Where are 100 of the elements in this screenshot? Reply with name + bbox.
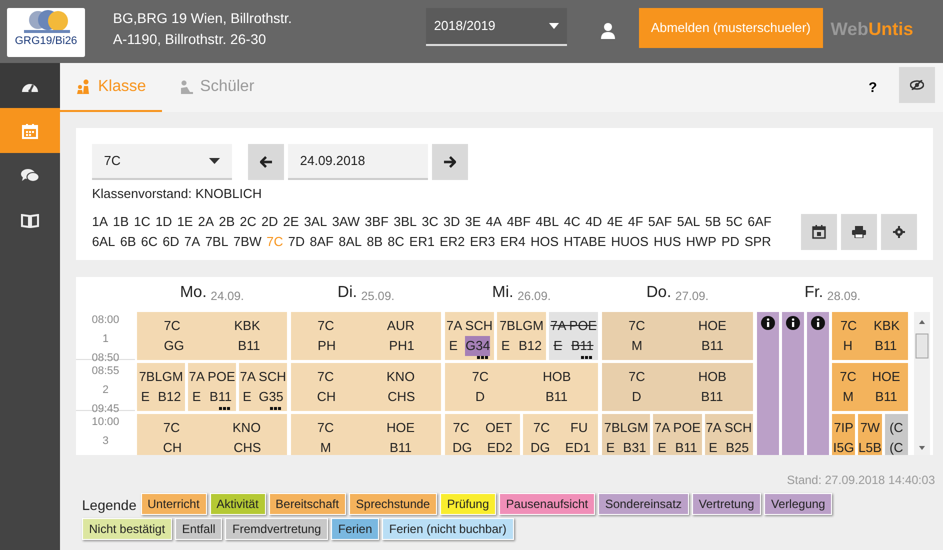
lesson-block[interactable]: 7A POE E B11 bbox=[653, 414, 702, 454]
year-select[interactable]: 2018/2019 bbox=[426, 8, 567, 46]
class-link[interactable]: 2D bbox=[261, 212, 278, 232]
lesson-block[interactable]: 7BLGM E B12 bbox=[137, 362, 185, 410]
class-link[interactable]: 1D bbox=[155, 212, 172, 232]
class-link[interactable]: ER3 bbox=[470, 232, 496, 252]
lesson-block[interactable]: 7BLGM E B12 bbox=[497, 312, 546, 360]
class-link[interactable]: 2E bbox=[283, 212, 299, 232]
class-link[interactable]: 1E bbox=[177, 212, 193, 232]
lesson-block[interactable]: (C (C bbox=[884, 414, 908, 454]
event-bar[interactable] bbox=[757, 312, 779, 454]
class-link[interactable]: 4A bbox=[486, 212, 502, 232]
lesson-block[interactable]: 7BLGM E B31 bbox=[602, 414, 650, 454]
lesson-label: 7A POE bbox=[550, 316, 597, 334]
event-bar[interactable] bbox=[782, 312, 804, 454]
class-link[interactable]: 4E bbox=[607, 212, 623, 232]
lesson-block[interactable]: 7C HOE M B11 bbox=[832, 362, 908, 410]
class-link[interactable]: HWP bbox=[686, 232, 716, 252]
class-link[interactable]: 1A bbox=[92, 212, 108, 232]
lesson-label: 7C bbox=[628, 368, 646, 386]
class-link[interactable]: 5AL bbox=[676, 212, 700, 232]
lesson-label: KNO bbox=[386, 368, 415, 386]
print-button[interactable] bbox=[841, 214, 877, 250]
class-link[interactable]: 5B bbox=[705, 212, 722, 232]
class-link[interactable]: ER4 bbox=[500, 232, 526, 252]
class-link[interactable]: PD bbox=[721, 232, 740, 252]
class-link[interactable]: 3AW bbox=[332, 212, 360, 232]
lesson-block[interactable]: 7C HOE M B11 bbox=[602, 312, 753, 360]
class-link[interactable]: HUS bbox=[654, 232, 682, 252]
book-icon[interactable] bbox=[21, 214, 39, 228]
class-link[interactable]: 6B bbox=[120, 232, 136, 252]
sidebar-item[interactable] bbox=[0, 63, 60, 108]
logo-text: GRG19/Bi26 bbox=[14, 34, 78, 48]
class-link[interactable]: 4F bbox=[628, 212, 644, 232]
settings-button[interactable] bbox=[881, 214, 917, 250]
class-link[interactable]: ER1 bbox=[409, 232, 435, 252]
calendar-button[interactable] bbox=[801, 214, 837, 250]
lesson-block[interactable]: 7C FU DG ED1 bbox=[523, 414, 598, 454]
class-link[interactable]: HOS bbox=[530, 232, 559, 252]
class-link[interactable]: 2A bbox=[198, 212, 214, 232]
class-link[interactable]: 6AL bbox=[92, 232, 116, 252]
class-link[interactable]: 4BL bbox=[536, 212, 559, 232]
lesson-block[interactable]: 7C KNO CH CHS bbox=[137, 414, 287, 454]
class-link[interactable]: 8AL bbox=[338, 232, 362, 252]
class-link[interactable]: 6C bbox=[141, 232, 158, 252]
class-link[interactable]: 5AF bbox=[648, 212, 672, 232]
help-button[interactable]: ? bbox=[862, 63, 883, 112]
lesson-label: HOE bbox=[872, 368, 900, 386]
lesson-block[interactable]: 7C KBK H B11 bbox=[832, 312, 908, 360]
lesson-block[interactable]: 7C KBK GG B11 bbox=[137, 312, 287, 360]
lesson-block[interactable]: 7A POE E B11 bbox=[549, 312, 598, 360]
lesson-block[interactable]: 7IP I5G bbox=[832, 414, 856, 454]
class-link[interactable]: 2B bbox=[218, 212, 235, 232]
class-link[interactable]: 6D bbox=[162, 232, 180, 252]
lesson-block[interactable]: 7C HOB D B11 bbox=[445, 362, 598, 410]
day-date: 25.09. bbox=[361, 288, 394, 304]
lesson-block[interactable]: 7W L5B bbox=[858, 414, 882, 454]
class-link[interactable]: 3AL bbox=[304, 212, 328, 232]
class-link[interactable]: 7A bbox=[184, 232, 200, 252]
class-link[interactable]: 8AF bbox=[310, 232, 334, 252]
next-week-button[interactable] bbox=[432, 144, 468, 180]
day-name: Do. bbox=[646, 282, 672, 302]
class-link[interactable]: 4BF bbox=[506, 212, 531, 232]
lesson-block[interactable]: 7C HOB D B11 bbox=[602, 362, 753, 410]
user-icon[interactable] bbox=[600, 23, 615, 39]
chat-icon[interactable] bbox=[21, 168, 39, 183]
class-link[interactable]: 3BF bbox=[364, 212, 389, 232]
lesson-block[interactable]: 7C KNO CH CHS bbox=[291, 362, 441, 410]
class-link[interactable]: 7D bbox=[288, 232, 305, 252]
date-field[interactable]: 24.09.2018 bbox=[288, 144, 428, 180]
class-link[interactable]: 4C bbox=[564, 212, 580, 232]
class-link[interactable]: 4D bbox=[585, 212, 602, 232]
previous-week-button[interactable] bbox=[248, 144, 284, 180]
class-link[interactable]: ER2 bbox=[440, 232, 465, 252]
class-select[interactable]: 7C bbox=[92, 144, 232, 180]
class-link[interactable]: 1B bbox=[112, 212, 129, 232]
class-link[interactable]: 8C bbox=[388, 232, 404, 252]
class-link[interactable]: 3D bbox=[443, 212, 460, 232]
lesson-block[interactable]: 7A SCH E B25 bbox=[704, 414, 753, 454]
lesson-block[interactable]: 7A SCH E G34 bbox=[445, 312, 494, 360]
class-link[interactable]: 2C bbox=[240, 212, 256, 232]
class-link[interactable]: SPR bbox=[744, 232, 772, 252]
class-link[interactable]: 7BL bbox=[205, 232, 228, 252]
class-link[interactable]: 3C bbox=[422, 212, 438, 232]
hide-button[interactable] bbox=[899, 67, 935, 103]
lesson-block[interactable]: 7A POE E B11 bbox=[188, 362, 236, 410]
class-link[interactable]: 3E bbox=[465, 212, 481, 232]
lesson-block[interactable]: 7C OET DG ED2 bbox=[445, 414, 520, 454]
lesson-block[interactable]: 7C HOE M B11 bbox=[291, 414, 441, 454]
class-link[interactable]: 5C bbox=[726, 212, 743, 232]
class-link[interactable]: 1C bbox=[134, 212, 150, 232]
class-link[interactable]: 7BW bbox=[233, 232, 262, 252]
class-link[interactable]: 6AF bbox=[748, 212, 772, 232]
class-link[interactable]: HUOS bbox=[611, 232, 649, 252]
class-link[interactable]: HTABE bbox=[564, 232, 606, 252]
class-link[interactable]: 3BL bbox=[394, 212, 417, 232]
lesson-block[interactable]: 7C AUR PH PH1 bbox=[291, 312, 441, 360]
class-link[interactable]: 8B bbox=[366, 232, 383, 252]
event-bar[interactable] bbox=[807, 312, 829, 454]
lesson-block[interactable]: 7A SCH E G35 bbox=[239, 362, 287, 410]
